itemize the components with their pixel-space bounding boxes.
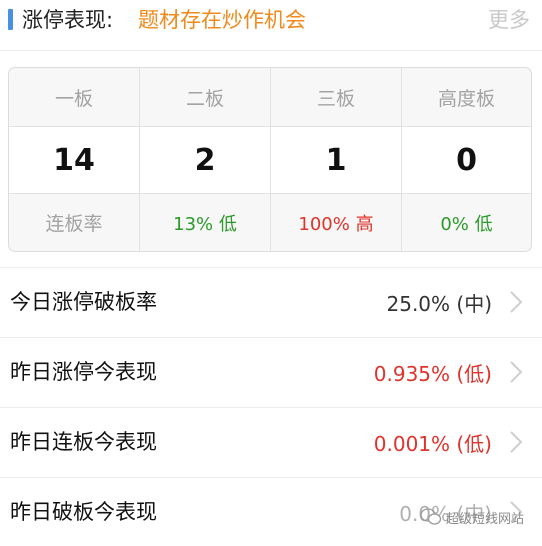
- list-item-label: 昨日破板今表现: [10, 500, 157, 524]
- chevron-right-icon: [510, 361, 523, 383]
- watermark-text: 超级短线网站: [446, 511, 525, 527]
- count-value: 14: [53, 142, 95, 178]
- count-value: 1: [325, 142, 347, 178]
- more-link[interactable]: 更多: [488, 4, 530, 34]
- count-cell: 0: [402, 127, 531, 193]
- chevron-right-icon: [510, 291, 523, 313]
- list-item[interactable]: 今日涨停破板率 25.0% (中): [0, 268, 542, 336]
- rate-cell: 100% 高: [271, 194, 401, 251]
- col-label-cell: 二板: [140, 68, 270, 126]
- grid-divider: [270, 68, 271, 251]
- rate-cell: 0% 低: [402, 194, 531, 251]
- count-value: 2: [194, 142, 216, 178]
- rate-value: 100% 高: [298, 213, 374, 235]
- watermark: 超级短线网站: [420, 505, 524, 529]
- rate-value: 13% 低: [173, 213, 237, 235]
- col-label: 高度板: [437, 87, 495, 110]
- list-item-value: 25.0% (中): [386, 292, 493, 316]
- list-item-label: 昨日涨停今表现: [10, 360, 157, 384]
- count-cell: 2: [140, 127, 270, 193]
- rate-cell: 13% 低: [140, 194, 270, 251]
- list-item-value: 0.935% (低): [373, 362, 492, 386]
- wechat-icon: [420, 508, 442, 525]
- list-item-value: 0.001% (低): [373, 432, 492, 456]
- limit-up-stats-grid: 一板 二板 三板 高度板 14 2 1 0 连板率 13% 低 100% 高 0…: [8, 67, 532, 252]
- section-subtitle: 题材存在炒作机会: [138, 8, 306, 32]
- section-header: 涨停表现: 题材存在炒作机会 更多: [0, 0, 542, 38]
- chevron-right-icon: [510, 431, 523, 453]
- section-title: 涨停表现:: [22, 8, 114, 32]
- section-accent-bar: [8, 9, 13, 30]
- divider: [0, 50, 542, 51]
- count-cell: 1: [271, 127, 401, 193]
- col-label: 三板: [316, 87, 355, 110]
- list-item-label: 今日涨停破板率: [10, 290, 157, 314]
- list-item[interactable]: 昨日连板今表现 0.001% (低): [0, 408, 542, 476]
- col-label-cell: 一板: [9, 68, 139, 126]
- col-label-cell: 三板: [271, 68, 401, 126]
- rate-value: 0% 低: [440, 213, 493, 235]
- col-label: 二板: [185, 87, 224, 110]
- col-label: 一板: [54, 87, 93, 110]
- grid-divider: [9, 126, 531, 127]
- count-value: 0: [456, 142, 477, 178]
- list-item[interactable]: 昨日涨停今表现 0.935% (低): [0, 338, 542, 406]
- list-item-label: 昨日连板今表现: [10, 430, 157, 454]
- rate-label-cell: 连板率: [9, 194, 139, 251]
- grid-divider: [139, 68, 140, 251]
- grid-divider: [9, 193, 531, 194]
- col-label-cell: 高度板: [402, 68, 531, 126]
- count-cell: 14: [9, 127, 139, 193]
- rate-label: 连板率: [45, 213, 103, 235]
- grid-divider: [401, 68, 402, 251]
